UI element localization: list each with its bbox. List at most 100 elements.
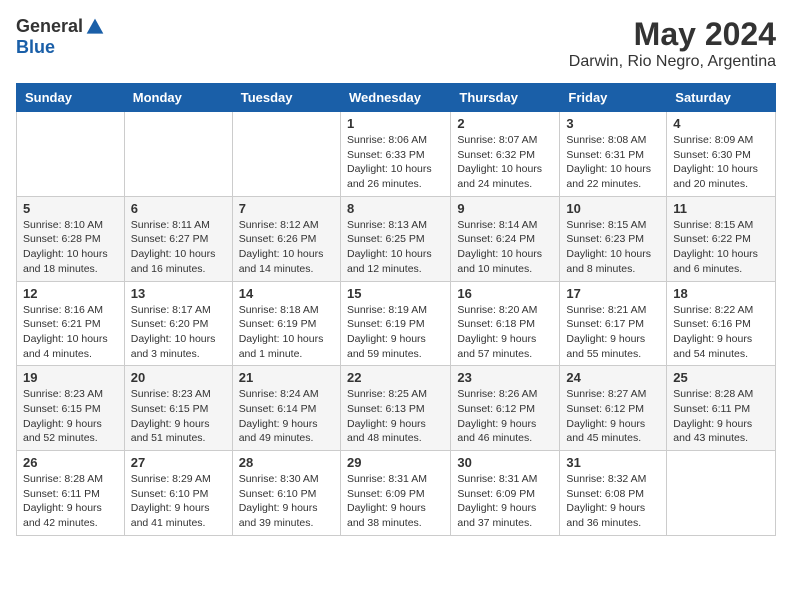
page-header: General Blue May 2024 Darwin, Rio Negro,…	[16, 16, 776, 71]
day-number: 20	[131, 370, 226, 385]
day-info: Sunrise: 8:06 AM Sunset: 6:33 PM Dayligh…	[347, 133, 444, 192]
day-info: Sunrise: 8:32 AM Sunset: 6:08 PM Dayligh…	[566, 472, 660, 531]
header-cell-saturday: Saturday	[667, 84, 776, 112]
day-info: Sunrise: 8:29 AM Sunset: 6:10 PM Dayligh…	[131, 472, 226, 531]
calendar-cell: 4 Sunrise: 8:09 AM Sunset: 6:30 PM Daylig…	[667, 112, 776, 197]
day-number: 21	[239, 370, 334, 385]
day-info: Sunrise: 8:09 AM Sunset: 6:30 PM Dayligh…	[673, 133, 769, 192]
day-info: Sunrise: 8:15 AM Sunset: 6:23 PM Dayligh…	[566, 218, 660, 277]
calendar-cell: 31 Sunrise: 8:32 AM Sunset: 6:08 PM Dayli…	[560, 451, 667, 536]
day-number: 19	[23, 370, 118, 385]
day-number: 2	[457, 116, 553, 131]
calendar-cell: 26 Sunrise: 8:28 AM Sunset: 6:11 PM Dayli…	[17, 451, 125, 536]
day-number: 29	[347, 455, 444, 470]
day-number: 30	[457, 455, 553, 470]
day-info: Sunrise: 8:12 AM Sunset: 6:26 PM Dayligh…	[239, 218, 334, 277]
header-row: SundayMondayTuesdayWednesdayThursdayFrid…	[17, 84, 776, 112]
calendar-cell: 10 Sunrise: 8:15 AM Sunset: 6:23 PM Dayli…	[560, 196, 667, 281]
calendar-cell: 20 Sunrise: 8:23 AM Sunset: 6:15 PM Dayli…	[124, 366, 232, 451]
day-info: Sunrise: 8:31 AM Sunset: 6:09 PM Dayligh…	[347, 472, 444, 531]
day-number: 31	[566, 455, 660, 470]
calendar-cell: 30 Sunrise: 8:31 AM Sunset: 6:09 PM Dayli…	[451, 451, 560, 536]
day-number: 13	[131, 286, 226, 301]
calendar-cell: 3Sunrise: 8:08 AM Sunset: 6:31 PM Daylig…	[560, 112, 667, 197]
calendar-body: 1 Sunrise: 8:06 AM Sunset: 6:33 PM Daylig…	[17, 112, 776, 536]
calendar-cell: 6 Sunrise: 8:11 AM Sunset: 6:27 PM Daylig…	[124, 196, 232, 281]
calendar-cell: 28Sunrise: 8:30 AM Sunset: 6:10 PM Dayli…	[232, 451, 340, 536]
day-info: Sunrise: 8:16 AM Sunset: 6:21 PM Dayligh…	[23, 303, 118, 362]
calendar-cell	[124, 112, 232, 197]
day-info: Sunrise: 8:31 AM Sunset: 6:09 PM Dayligh…	[457, 472, 553, 531]
calendar-cell: 1 Sunrise: 8:06 AM Sunset: 6:33 PM Daylig…	[340, 112, 450, 197]
day-info: Sunrise: 8:15 AM Sunset: 6:22 PM Dayligh…	[673, 218, 769, 277]
calendar-week-5: 26 Sunrise: 8:28 AM Sunset: 6:11 PM Dayli…	[17, 451, 776, 536]
day-number: 10	[566, 201, 660, 216]
calendar-cell: 12 Sunrise: 8:16 AM Sunset: 6:21 PM Dayli…	[17, 281, 125, 366]
location: Darwin, Rio Negro, Argentina	[569, 53, 776, 71]
header-cell-monday: Monday	[124, 84, 232, 112]
calendar-cell: 23 Sunrise: 8:26 AM Sunset: 6:12 PM Dayli…	[451, 366, 560, 451]
day-number: 18	[673, 286, 769, 301]
calendar-table: SundayMondayTuesdayWednesdayThursdayFrid…	[16, 83, 776, 536]
calendar-cell: 2 Sunrise: 8:07 AM Sunset: 6:32 PM Daylig…	[451, 112, 560, 197]
day-number: 12	[23, 286, 118, 301]
day-info: Sunrise: 8:07 AM Sunset: 6:32 PM Dayligh…	[457, 133, 553, 192]
calendar-cell: 8 Sunrise: 8:13 AM Sunset: 6:25 PM Daylig…	[340, 196, 450, 281]
calendar-cell: 5 Sunrise: 8:10 AM Sunset: 6:28 PM Daylig…	[17, 196, 125, 281]
day-info: Sunrise: 8:20 AM Sunset: 6:18 PM Dayligh…	[457, 303, 553, 362]
day-info: Sunrise: 8:13 AM Sunset: 6:25 PM Dayligh…	[347, 218, 444, 277]
day-info: Sunrise: 8:11 AM Sunset: 6:27 PM Dayligh…	[131, 218, 226, 277]
day-info: Sunrise: 8:22 AM Sunset: 6:16 PM Dayligh…	[673, 303, 769, 362]
day-number: 8	[347, 201, 444, 216]
day-number: 16	[457, 286, 553, 301]
day-number: 5	[23, 201, 118, 216]
logo-icon	[85, 17, 105, 37]
day-number: 1	[347, 116, 444, 131]
logo: General Blue	[16, 16, 105, 58]
calendar-cell: 24 Sunrise: 8:27 AM Sunset: 6:12 PM Dayli…	[560, 366, 667, 451]
day-info: Sunrise: 8:21 AM Sunset: 6:17 PM Dayligh…	[566, 303, 660, 362]
calendar-cell: 16 Sunrise: 8:20 AM Sunset: 6:18 PM Dayli…	[451, 281, 560, 366]
day-info: Sunrise: 8:19 AM Sunset: 6:19 PM Dayligh…	[347, 303, 444, 362]
calendar-week-4: 19 Sunrise: 8:23 AM Sunset: 6:15 PM Dayli…	[17, 366, 776, 451]
day-number: 22	[347, 370, 444, 385]
title-block: May 2024 Darwin, Rio Negro, Argentina	[569, 16, 776, 71]
calendar-cell: 9Sunrise: 8:14 AM Sunset: 6:24 PM Daylig…	[451, 196, 560, 281]
day-info: Sunrise: 8:17 AM Sunset: 6:20 PM Dayligh…	[131, 303, 226, 362]
day-number: 15	[347, 286, 444, 301]
day-info: Sunrise: 8:24 AM Sunset: 6:14 PM Dayligh…	[239, 387, 334, 446]
calendar-cell: 15 Sunrise: 8:19 AM Sunset: 6:19 PM Dayli…	[340, 281, 450, 366]
day-number: 25	[673, 370, 769, 385]
day-number: 23	[457, 370, 553, 385]
day-number: 27	[131, 455, 226, 470]
day-info: Sunrise: 8:30 AM Sunset: 6:10 PM Dayligh…	[239, 472, 334, 531]
day-number: 26	[23, 455, 118, 470]
calendar-cell	[667, 451, 776, 536]
day-info: Sunrise: 8:23 AM Sunset: 6:15 PM Dayligh…	[23, 387, 118, 446]
header-cell-sunday: Sunday	[17, 84, 125, 112]
day-info: Sunrise: 8:23 AM Sunset: 6:15 PM Dayligh…	[131, 387, 226, 446]
day-number: 9	[457, 201, 553, 216]
day-info: Sunrise: 8:28 AM Sunset: 6:11 PM Dayligh…	[673, 387, 769, 446]
day-info: Sunrise: 8:28 AM Sunset: 6:11 PM Dayligh…	[23, 472, 118, 531]
day-info: Sunrise: 8:10 AM Sunset: 6:28 PM Dayligh…	[23, 218, 118, 277]
day-info: Sunrise: 8:27 AM Sunset: 6:12 PM Dayligh…	[566, 387, 660, 446]
calendar-cell: 19 Sunrise: 8:23 AM Sunset: 6:15 PM Dayli…	[17, 366, 125, 451]
day-number: 11	[673, 201, 769, 216]
day-number: 14	[239, 286, 334, 301]
calendar-cell: 25 Sunrise: 8:28 AM Sunset: 6:11 PM Dayli…	[667, 366, 776, 451]
day-info: Sunrise: 8:25 AM Sunset: 6:13 PM Dayligh…	[347, 387, 444, 446]
calendar-week-1: 1 Sunrise: 8:06 AM Sunset: 6:33 PM Daylig…	[17, 112, 776, 197]
header-cell-tuesday: Tuesday	[232, 84, 340, 112]
calendar-cell: 22 Sunrise: 8:25 AM Sunset: 6:13 PM Dayli…	[340, 366, 450, 451]
calendar-cell: 11 Sunrise: 8:15 AM Sunset: 6:22 PM Dayli…	[667, 196, 776, 281]
day-info: Sunrise: 8:26 AM Sunset: 6:12 PM Dayligh…	[457, 387, 553, 446]
day-number: 6	[131, 201, 226, 216]
calendar-header: SundayMondayTuesdayWednesdayThursdayFrid…	[17, 84, 776, 112]
calendar-cell: 21 Sunrise: 8:24 AM Sunset: 6:14 PM Dayli…	[232, 366, 340, 451]
day-number: 24	[566, 370, 660, 385]
header-cell-thursday: Thursday	[451, 84, 560, 112]
day-number: 4	[673, 116, 769, 131]
calendar-cell: 13 Sunrise: 8:17 AM Sunset: 6:20 PM Dayli…	[124, 281, 232, 366]
day-number: 7	[239, 201, 334, 216]
